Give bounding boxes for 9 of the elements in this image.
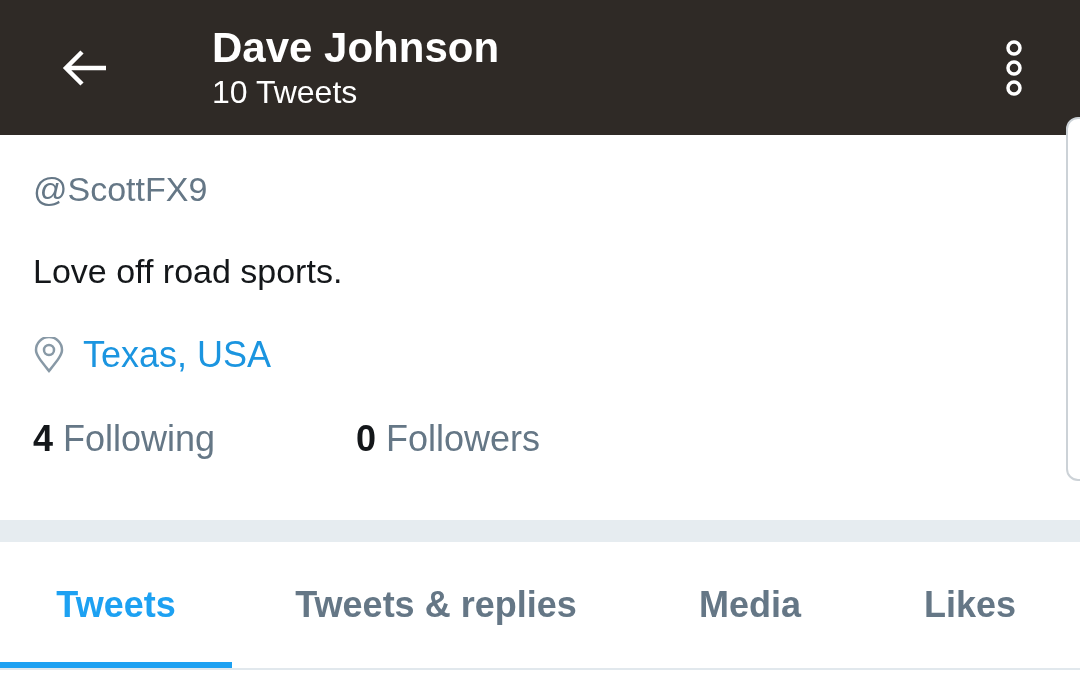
location-link[interactable]: Texas, USA — [83, 333, 272, 377]
tweet-count: 10 Tweets — [212, 72, 359, 112]
stat-link[interactable]: 0 Followers — [356, 417, 541, 461]
user-handle: @ScottFX9 — [33, 169, 208, 210]
location-pin-icon — [33, 337, 65, 373]
profile-title: Dave Johnson — [212, 23, 501, 72]
more-options-icon[interactable] — [1004, 39, 1024, 96]
stat-link[interactable]: 4 Following — [33, 417, 356, 461]
bio-text: Love off road sports. — [33, 251, 343, 292]
